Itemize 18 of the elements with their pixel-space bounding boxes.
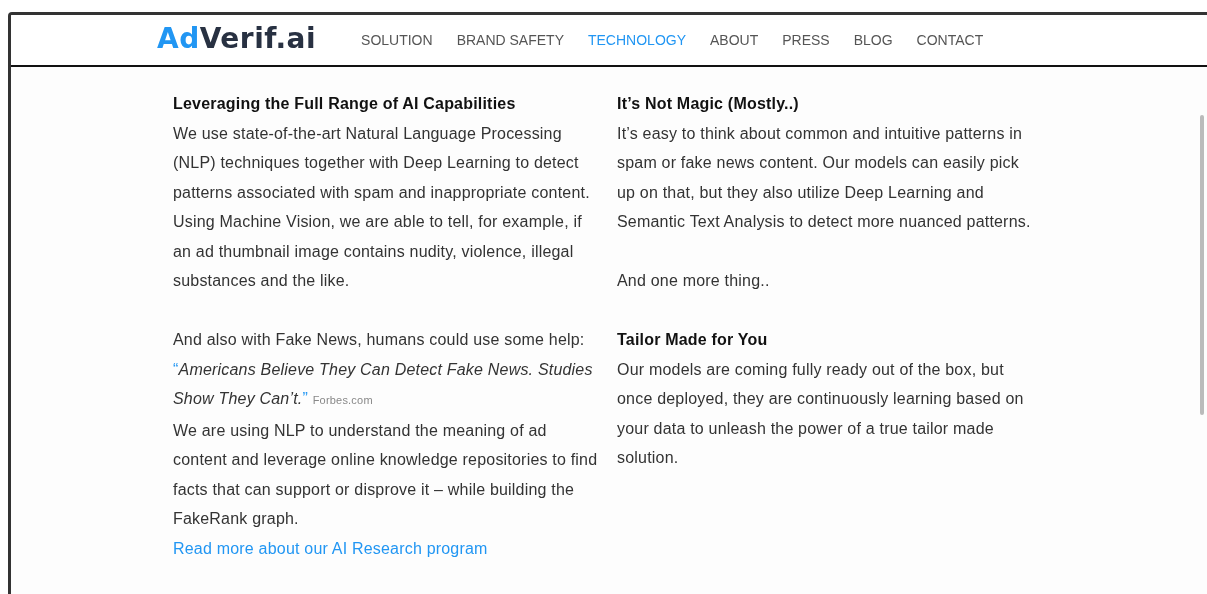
paragraph: And also with Fake News, humans could use some help: (173, 330, 586, 350)
paragraph: It’s easy to think about common and intuitive patterns in spam or fake news content. Our models can easily pick up on that, but they also utilize Deep Learning and Semantic Text Analysis to detect more nuanced patterns. (617, 123, 1032, 232)
paragraph: We use state-of-the-art Natural Language Processing (NLP) techniques together with Deep Learning to detect patterns associated with spam and inappropriate content. Using Machine Vision, we are able to tell, for example, if an ad thumbnail image contains nudity, violence, illegal substances and the like. (173, 123, 591, 291)
section-heading: It’s Not Magic (Mostly..) (617, 94, 800, 114)
section-heading: Leveraging the Full Range of AI Capabilities (173, 94, 517, 114)
nav-link[interactable]: ABOUT (710, 32, 759, 48)
paragraph: And one more thing.. (617, 271, 771, 291)
nav-link[interactable]: BRAND SAFETY (456, 32, 564, 48)
nav-link[interactable]: PRESS (782, 32, 830, 48)
nav-link[interactable]: BLOG (853, 32, 893, 48)
paragraph: We are using NLP to understand the meaning of ad content and leverage online knowledge repositories to find facts that can support or disprove it – while building the FakeRank graph. (173, 420, 599, 529)
scrollbar-thumb[interactable] (1200, 115, 1204, 415)
logo[interactable]: AdVerif.ai (157, 21, 317, 55)
nav-link[interactable]: CONTACT (916, 32, 984, 48)
paragraph: Our models are coming fully ready out of the box, but once deployed, they are continuously learning based on your data to unleash the power of a true tailor made solution. (617, 359, 1025, 468)
section-heading: Tailor Made for You (617, 330, 769, 350)
quote: “Americans Believe They Can Detect Fake News. Studies Show They Can’t.” Forbes.com (173, 359, 594, 409)
nav-link[interactable]: SOLUTION (361, 32, 433, 48)
